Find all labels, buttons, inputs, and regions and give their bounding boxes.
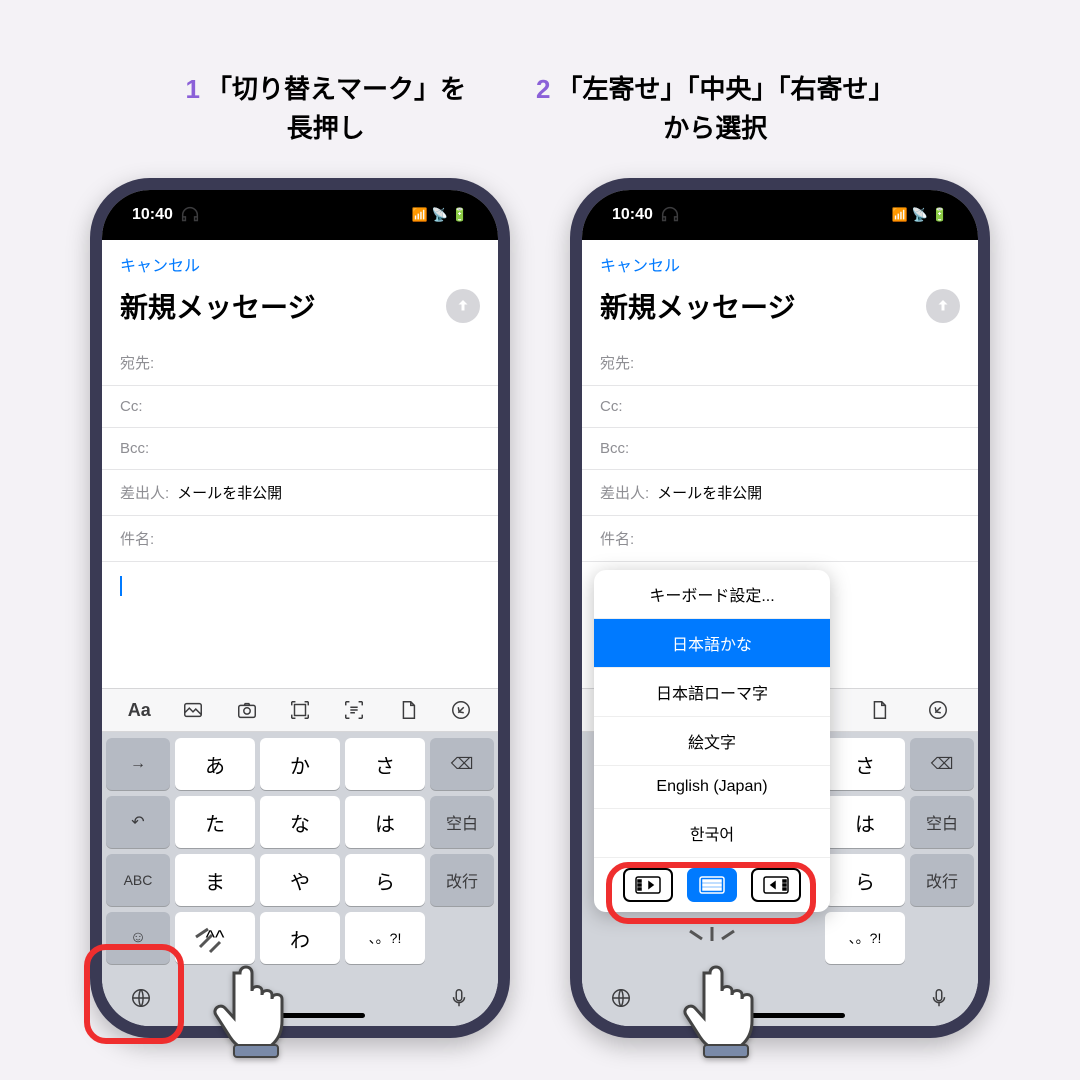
- globe-icon[interactable]: [610, 987, 632, 1009]
- key-undo[interactable]: ↶: [106, 796, 170, 848]
- keyboard-option-kana[interactable]: 日本語かな: [594, 619, 830, 668]
- subject-field[interactable]: 件名:: [102, 516, 498, 562]
- markup-icon[interactable]: [927, 699, 949, 721]
- cc-field[interactable]: Cc:: [102, 386, 498, 428]
- cellular-icon: 📶: [891, 207, 907, 223]
- align-left-button[interactable]: [623, 868, 673, 902]
- phone-right: 10:40 📶 📡 🔋 キャンセル 新規メッセージ 宛先: Cc: Bcc: 差…: [570, 178, 990, 1038]
- mic-icon[interactable]: [928, 987, 950, 1009]
- align-center-button[interactable]: [687, 868, 737, 902]
- step2-number: 2: [536, 74, 550, 104]
- step1-caption: 1「切り替えマーク」を 長押し: [186, 70, 466, 148]
- scan-text-icon[interactable]: [343, 699, 365, 721]
- key-return[interactable]: 改行: [430, 854, 494, 906]
- key-wa[interactable]: わ: [260, 912, 340, 964]
- cancel-button[interactable]: キャンセル: [120, 258, 200, 275]
- body-input[interactable]: [102, 562, 498, 688]
- key-a[interactable]: あ: [175, 738, 255, 790]
- format-toolbar: Aa: [102, 688, 498, 732]
- photo-icon[interactable]: [182, 699, 204, 721]
- globe-icon[interactable]: [130, 987, 152, 1009]
- bcc-field[interactable]: Bcc:: [582, 428, 978, 470]
- keyboard-settings-item[interactable]: キーボード設定...: [594, 570, 830, 619]
- send-button[interactable]: [926, 289, 960, 323]
- battery-icon: 🔋: [932, 207, 948, 223]
- wifi-icon: 📡: [912, 207, 928, 223]
- key-ma[interactable]: ま: [175, 854, 255, 906]
- markup-icon[interactable]: [450, 699, 472, 721]
- key-delete[interactable]: ⌫: [910, 738, 974, 790]
- battery-icon: 🔋: [452, 207, 468, 223]
- headphone-icon: [179, 204, 201, 226]
- status-time: 10:40: [132, 206, 173, 224]
- key-emoji[interactable]: ☺: [106, 912, 170, 964]
- key-ya[interactable]: や: [260, 854, 340, 906]
- align-right-button[interactable]: [751, 868, 801, 902]
- page-title: 新規メッセージ: [600, 286, 795, 326]
- key-ra[interactable]: ら: [825, 854, 905, 906]
- dynamic-island: [240, 208, 360, 240]
- key-ha[interactable]: は: [345, 796, 425, 848]
- key-tab[interactable]: →: [106, 738, 170, 790]
- wifi-icon: 📡: [432, 207, 448, 223]
- key-ta[interactable]: た: [175, 796, 255, 848]
- key-ha[interactable]: は: [825, 796, 905, 848]
- mic-icon[interactable]: [448, 987, 470, 1009]
- status-time: 10:40: [612, 206, 653, 224]
- key-ra[interactable]: ら: [345, 854, 425, 906]
- key-return[interactable]: 改行: [910, 854, 974, 906]
- keyboard: → あ か さ ⌫ ↶ た な は 空白 ABC ま や ら: [102, 732, 498, 1026]
- key-sa[interactable]: さ: [345, 738, 425, 790]
- key-na[interactable]: な: [260, 796, 340, 848]
- camera-icon[interactable]: [236, 699, 258, 721]
- key-sa[interactable]: さ: [825, 738, 905, 790]
- home-indicator[interactable]: [715, 1013, 845, 1018]
- key-punct[interactable]: 、。?!: [345, 912, 425, 964]
- keyboard-option-korean[interactable]: 한국어: [594, 809, 830, 858]
- from-field[interactable]: 差出人:メールを非公開: [582, 470, 978, 516]
- cellular-icon: 📶: [411, 207, 427, 223]
- file-icon[interactable]: [868, 699, 890, 721]
- aa-icon[interactable]: Aa: [128, 700, 151, 721]
- to-field[interactable]: 宛先:: [582, 340, 978, 386]
- keyboard-option-romaji[interactable]: 日本語ローマ字: [594, 668, 830, 717]
- key-abc[interactable]: ABC: [106, 854, 170, 906]
- phone-left: 10:40 📶 📡 🔋 キャンセル 新規メッセージ 宛先: Cc: Bcc: 差…: [90, 178, 510, 1038]
- keyboard-option-english[interactable]: English (Japan): [594, 766, 830, 809]
- file-icon[interactable]: [397, 699, 419, 721]
- key-space[interactable]: 空白: [910, 796, 974, 848]
- send-button[interactable]: [446, 289, 480, 323]
- key-delete[interactable]: ⌫: [430, 738, 494, 790]
- keyboard-switcher-popup: キーボード設定... 日本語かな 日本語ローマ字 絵文字 English (Ja…: [594, 570, 830, 912]
- home-indicator[interactable]: [235, 1013, 365, 1018]
- to-field[interactable]: 宛先:: [102, 340, 498, 386]
- key-space[interactable]: 空白: [430, 796, 494, 848]
- key-punct[interactable]: 、。?!: [825, 912, 905, 964]
- step1-number: 1: [186, 74, 200, 104]
- subject-field[interactable]: 件名:: [582, 516, 978, 562]
- dynamic-island: [720, 208, 840, 240]
- keyboard-align-row: [594, 858, 830, 912]
- key-ka[interactable]: か: [260, 738, 340, 790]
- from-field[interactable]: 差出人:メールを非公開: [102, 470, 498, 516]
- cancel-button[interactable]: キャンセル: [600, 258, 680, 275]
- headphone-icon: [659, 204, 681, 226]
- bcc-field[interactable]: Bcc:: [102, 428, 498, 470]
- keyboard-option-emoji[interactable]: 絵文字: [594, 717, 830, 766]
- step2-caption: 2「左寄せ」「中央」「右寄せ」 から選択: [536, 70, 894, 148]
- page-title: 新規メッセージ: [120, 286, 315, 326]
- cc-field[interactable]: Cc:: [582, 386, 978, 428]
- scan-doc-icon[interactable]: [289, 699, 311, 721]
